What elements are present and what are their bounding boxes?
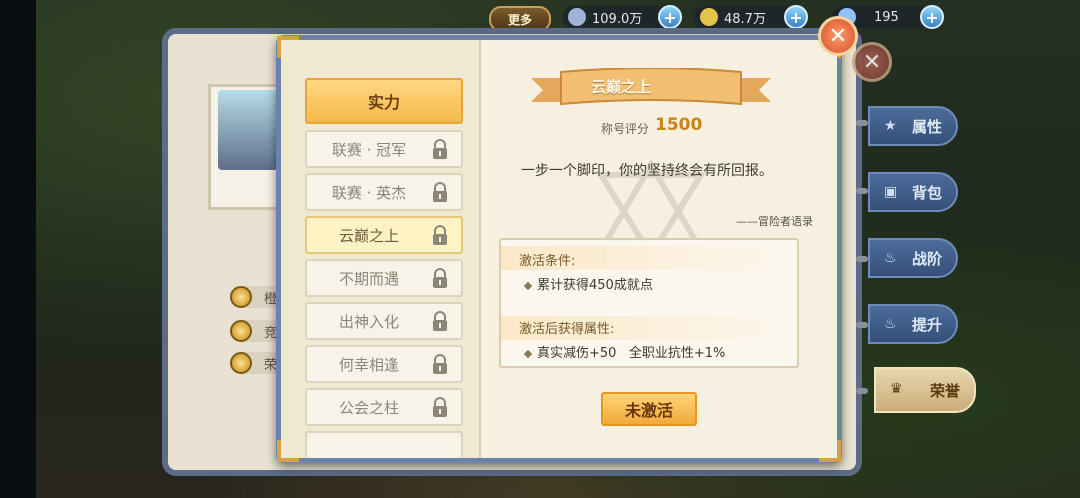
list-item[interactable]: 不期而遇 (305, 259, 463, 297)
lock-icon (433, 268, 447, 288)
condition-line: 累计获得450成就点 (523, 274, 653, 293)
list-item-partial[interactable] (305, 431, 463, 458)
close-background-button[interactable]: ✕ (852, 42, 892, 82)
condition-box: 激活条件: 累计获得450成就点 激活后获得属性: 真实减伤+50 全职业抗性+… (499, 238, 799, 368)
tab-label: 战阶 (911, 249, 942, 268)
medal-icon (230, 286, 252, 308)
list-item-label: 云巅之上 (338, 226, 399, 245)
lock-icon (433, 397, 447, 417)
list-item-selected[interactable]: 云巅之上 (305, 216, 463, 254)
list-item-label: 公会之柱 (338, 398, 399, 417)
resource-value: 195 (874, 9, 899, 25)
category-label: 实力 (367, 93, 400, 112)
score-label: 称号评分 (601, 122, 650, 136)
title-modal: 实力 联赛 · 冠军 联赛 · 英杰 云巅之上 不期而遇 出神入化 何幸相逢 公… (276, 35, 842, 463)
bullet-icon (523, 349, 533, 358)
trophy-icon: ♛ (890, 381, 903, 397)
title-list: 实力 联赛 · 冠军 联赛 · 英杰 云巅之上 不期而遇 出神入化 何幸相逢 公… (281, 40, 481, 458)
add-leaf-button[interactable]: + (784, 5, 808, 29)
binder-ring (856, 256, 868, 262)
tab-rank[interactable]: ♨ 战阶 (868, 238, 958, 278)
attr-line: 真实减伤+50 全职业抗性+1% (523, 342, 726, 361)
bullet-icon (523, 281, 533, 290)
condition-text: 累计获得450成就点 (537, 278, 653, 293)
list-item-label: 出神入化 (338, 312, 399, 331)
quote-text: 一步一个脚印，你的坚持终会有所回报。 (521, 163, 773, 179)
more-label: 更多 (507, 12, 532, 27)
list-item[interactable]: 联赛 · 冠军 (305, 130, 463, 168)
attr-text: 真实减伤+50 全职业抗性+1% (537, 346, 726, 361)
resource-value: 109.0万 (592, 11, 643, 27)
list-item[interactable]: 公会之柱 (305, 388, 463, 426)
tab-bag[interactable]: ▣ 背包 (868, 172, 958, 212)
lock-icon (433, 354, 447, 374)
flame-icon: ♨ (884, 250, 897, 266)
list-item[interactable]: 联赛 · 英杰 (305, 173, 463, 211)
activate-label: 未激活 (624, 401, 673, 420)
activate-button[interactable]: 未激活 (601, 392, 697, 426)
resource-feather: 109.0万 + (562, 5, 682, 29)
tab-label: 背包 (911, 183, 942, 202)
star-medal-icon (230, 320, 252, 342)
resource-value: 48.7万 (724, 11, 766, 27)
add-feather-button[interactable]: + (658, 5, 682, 29)
lock-icon (433, 139, 447, 159)
binder-ring (856, 388, 868, 394)
list-item-label: 联赛 · 冠军 (331, 140, 407, 159)
tab-label: 属性 (911, 117, 942, 136)
binder-ring (856, 322, 868, 328)
coin-icon (230, 352, 252, 374)
title-detail: 云巅之上 称号评分 1500 一步一个脚印，你的坚持终会有所回报。 ——冒险者语… (481, 40, 837, 458)
close-icon: ✕ (862, 49, 882, 75)
close-icon: ✕ (828, 23, 848, 49)
tab-label: 提升 (911, 315, 942, 334)
tab-attributes[interactable]: ★ 属性 (868, 106, 958, 146)
lock-icon (433, 225, 447, 245)
flame-icon: ♨ (884, 316, 897, 332)
leaf-icon (700, 8, 718, 26)
add-gem-button[interactable]: + (920, 5, 944, 29)
resource-leaf: 48.7万 + (694, 5, 808, 29)
condition-title: 激活条件: (519, 254, 576, 269)
list-item-label: 联赛 · 英杰 (331, 183, 407, 202)
feather-icon (568, 8, 586, 26)
title-name: 云巅之上 (590, 78, 651, 96)
attr-title: 激活后获得属性: (519, 322, 615, 337)
binder-ring (856, 120, 868, 126)
binder-ring (856, 188, 868, 194)
list-item[interactable]: 何幸相逢 (305, 345, 463, 383)
quote-author: ——冒险者语录 (736, 215, 813, 228)
close-button[interactable]: ✕ (818, 16, 858, 56)
score-value: 1500 (655, 115, 703, 135)
star-icon: ★ (884, 118, 897, 134)
category-strength[interactable]: 实力 (305, 78, 463, 124)
tab-upgrade[interactable]: ♨ 提升 (868, 304, 958, 344)
tab-honor[interactable]: ♛ 荣誉 (874, 367, 976, 413)
bag-icon: ▣ (884, 184, 898, 200)
lock-icon (433, 182, 447, 202)
lock-icon (433, 311, 447, 331)
avatar (218, 90, 278, 170)
list-item-label: 不期而遇 (338, 269, 399, 288)
list-item[interactable]: 出神入化 (305, 302, 463, 340)
tab-label: 荣誉 (929, 381, 960, 400)
list-item-label: 何幸相逢 (338, 355, 399, 374)
